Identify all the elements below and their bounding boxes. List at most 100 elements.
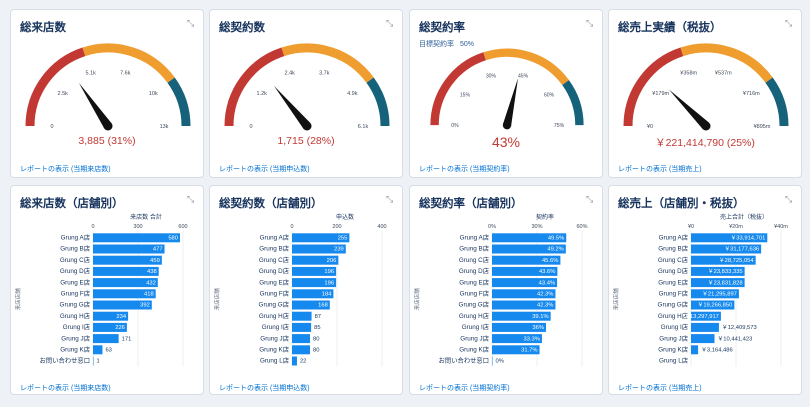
bar[interactable] xyxy=(93,233,180,243)
category-label: Grung K店 xyxy=(259,345,289,354)
category-label: Grung A店 xyxy=(61,233,90,242)
category-label: Grung G店 xyxy=(60,300,90,309)
category-label: Grung F店 xyxy=(260,289,289,298)
axis-title: 申込数 xyxy=(336,213,354,221)
axis-tick-label: ¥20m xyxy=(729,224,743,230)
category-label: Grung G店 xyxy=(259,300,289,309)
bar-value-label: 45.6% xyxy=(542,258,558,264)
view-report-link[interactable]: レポートの表示 (当期売上) xyxy=(618,383,702,393)
axis-tick-label: 0 xyxy=(91,224,94,230)
card-title: 総契約数（店舗別） xyxy=(219,198,323,210)
bar[interactable] xyxy=(93,334,119,344)
category-label: Grung K店 xyxy=(60,345,90,354)
bar[interactable] xyxy=(292,356,297,366)
card-title: 総契約率（店舗別） xyxy=(419,198,523,210)
gauge-needle-hub xyxy=(502,120,512,130)
bar[interactable] xyxy=(292,345,310,355)
bar[interactable] xyxy=(691,345,699,355)
view-report-link[interactable]: レポートの表示 (当期来店数) xyxy=(20,164,111,174)
bar-value-label: 80 xyxy=(313,348,319,354)
view-report-link[interactable]: レポートの表示 (当期申込数) xyxy=(219,383,310,393)
bar[interactable] xyxy=(691,322,719,332)
category-label: Grung C店 xyxy=(60,255,90,264)
bar-value-label: 49.5% xyxy=(548,236,564,242)
expand-icon[interactable]: ⤡ xyxy=(785,19,794,28)
gauge-tick-label: ¥358m xyxy=(680,71,697,77)
bar-value-label: 39.1% xyxy=(532,314,548,320)
bar-value-label: 392 xyxy=(140,303,150,309)
axis-tick-label: 0 xyxy=(290,224,293,230)
axis-tick-label: 60% xyxy=(576,224,587,230)
category-label: Grung E店 xyxy=(459,277,489,286)
gauge-tick-label: 4.9k xyxy=(347,91,358,97)
bar-value-label: 438 xyxy=(147,269,157,275)
gauge-card-sales: 総売上実績（税抜） ⤡ ¥0 ¥179m ¥358m ¥537m ¥716m ¥895m … xyxy=(608,9,802,178)
axis-tick-label: 30% xyxy=(531,224,542,230)
bar-card-visits-by-store: 総来店数（店舗別） ⤡ 来店数 合計 0 300 600 来店店舗 Grung A店 580… xyxy=(10,185,204,395)
expand-icon[interactable]: ⤡ xyxy=(187,19,196,28)
bar-value-label: ￥31,177,636 xyxy=(724,246,759,253)
gauge-chart: ¥0 ¥179m ¥358m ¥537m ¥716m ¥895m xyxy=(623,43,789,131)
gauge-chart: 0 2.5k 5.1k 7.6k 10k 13k xyxy=(25,43,191,131)
bar-card-contracts-by-store: 総契約数（店舗別） ⤡ 申込数 0 200 400 来店店舗 Grung A店 255 Gru… xyxy=(209,185,403,395)
expand-icon[interactable]: ⤡ xyxy=(586,19,595,28)
bar-card-sales-by-store: 総売上（店舗別・税抜） ⤡ 売上合計（税抜） ¥0 ¥20m ¥40m 来店店舗 Grun… xyxy=(608,185,802,395)
bar-value-label: 1 xyxy=(97,359,100,365)
view-report-link[interactable]: レポートの表示 (当期申込数) xyxy=(219,164,310,174)
gauge-tick-label: 2.5k xyxy=(57,91,68,97)
gauge-value: 43% xyxy=(491,134,521,150)
bar[interactable] xyxy=(492,356,493,366)
gauge-tick-label: 1.2k xyxy=(256,91,267,97)
gauge-chart: 0% 15% 30% 45% 60% 75% xyxy=(430,48,584,130)
view-report-link[interactable]: レポートの表示 (当期売上) xyxy=(618,164,702,174)
bar-value-label: 234 xyxy=(116,314,126,320)
gauge-needle-hub xyxy=(103,121,113,131)
bar-value-label: 432 xyxy=(146,280,156,286)
view-report-link[interactable]: レポートの表示 (当期契約率) xyxy=(419,164,510,174)
category-label: Grung A店 xyxy=(260,233,289,242)
bar-value-label: 87 xyxy=(315,314,321,320)
bar-value-label: 168 xyxy=(318,303,328,309)
gauge-tick-label: 30% xyxy=(486,74,497,80)
expand-icon[interactable]: ⤡ xyxy=(586,195,595,204)
bar-value-label: 226 xyxy=(115,325,125,331)
expand-icon[interactable]: ⤡ xyxy=(386,19,395,28)
category-label: Grung B店 xyxy=(60,244,90,253)
gauge-tick-label: ¥0 xyxy=(647,124,653,130)
bar-chart: 来店数 合計 0 300 600 来店店舗 Grung A店 580 Grung B店 477 G… xyxy=(14,213,188,367)
y-axis-label: 来店店舗 xyxy=(413,288,421,311)
bar-chart: 契約率 0% 30% 60% 来店店舗 Grung A店 49.5% Grung B店 49.2… xyxy=(413,213,588,367)
view-report-link[interactable]: レポートの表示 (当期契約率) xyxy=(419,383,510,393)
gauge-chart: 0 1.2k 2.4k 3.7k 4.9k 6.1k xyxy=(224,43,390,131)
bar-value-label: ￥13,297,917 xyxy=(684,313,719,320)
expand-icon[interactable]: ⤡ xyxy=(187,195,196,204)
gauge-card-contracts: 総契約数 ⤡ 0 1.2k 2.4k 3.7k 4.9k 6.1k 1,715 (28%)… xyxy=(209,9,403,178)
view-report-link[interactable]: レポートの表示 (当期来店数) xyxy=(20,383,111,393)
axis-tick-label: 400 xyxy=(377,224,386,230)
axis-title: 来店数 合計 xyxy=(130,213,162,221)
bar-value-label: 33.3% xyxy=(524,336,540,342)
axis-tick-label: 200 xyxy=(332,224,341,230)
bar[interactable] xyxy=(93,345,103,355)
bar[interactable] xyxy=(93,356,94,366)
gauge-band-high xyxy=(167,77,191,127)
bar-value-label: 85 xyxy=(314,325,320,331)
bar[interactable] xyxy=(292,334,310,344)
bar-value-label: 42.3% xyxy=(537,303,553,309)
gauge-card-contract-rate: 総契約率 ⤡ 目標契約率 50% 0% 15% 30% 45% 60% 75% 43% レポ… xyxy=(409,9,603,178)
expand-icon[interactable]: ⤡ xyxy=(785,195,794,204)
gauge-band-low xyxy=(430,52,487,126)
bar-value-label: 43.6% xyxy=(539,269,555,275)
bar[interactable] xyxy=(292,322,312,332)
expand-icon[interactable]: ⤡ xyxy=(386,195,395,204)
bar[interactable] xyxy=(691,334,715,344)
category-label: Grung C店 xyxy=(459,255,489,264)
bar[interactable] xyxy=(292,311,312,321)
bar-card-rate-by-store: 総契約率（店舗別） ⤡ 契約率 0% 30% 60% 来店店舗 Grung A店 49.5%… xyxy=(409,185,603,395)
bar-value-label: 459 xyxy=(150,258,160,264)
gauge-band-low xyxy=(623,47,684,127)
dashboard-grid: 総来店数 ⤡ 0 2.5k 5.1k 7.6k 10k 13k 3,885 (31%) レ… xyxy=(4,4,806,403)
category-label: Grung F店 xyxy=(460,289,489,298)
y-axis-label: 来店店舗 xyxy=(213,288,221,311)
bar-value-label: 206 xyxy=(327,258,337,264)
